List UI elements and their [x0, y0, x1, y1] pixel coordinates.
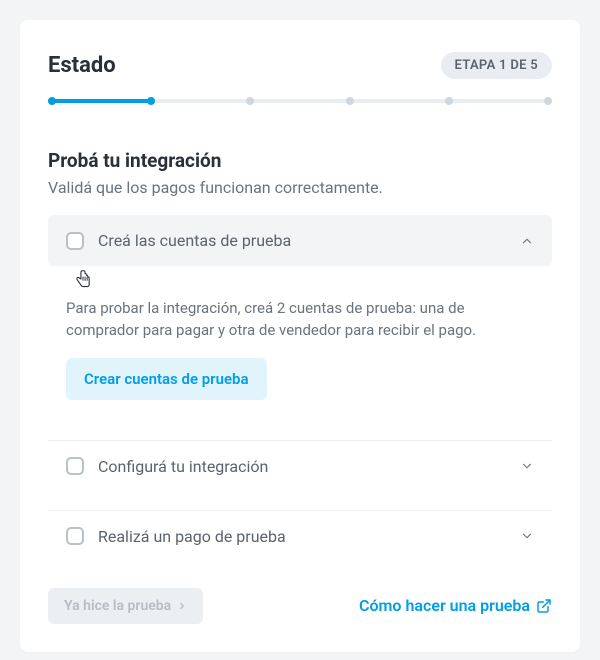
section-title: Probá tu integración [48, 149, 552, 172]
accordion-item-label: Realizá un pago de prueba [98, 527, 520, 546]
accordion: Creá las cuentas de prueba Para probar l… [48, 215, 552, 562]
card-header: Estado ETAPA 1 DE 5 [48, 52, 552, 79]
accordion-item-label: Creá las cuentas de prueba [98, 231, 520, 250]
step-badge: ETAPA 1 DE 5 [441, 52, 552, 79]
accordion-item-body: Para probar la integración, creá 2 cuent… [48, 266, 552, 422]
checkbox[interactable] [66, 232, 84, 250]
progress-bar [48, 97, 552, 105]
accordion-item-label: Configurá tu integración [98, 457, 520, 476]
button-label: Ya hice la prueba [64, 598, 171, 614]
chevron-down-icon [520, 459, 534, 473]
how-to-test-link[interactable]: Cómo hacer una prueba [359, 596, 552, 615]
accordion-item-create-accounts[interactable]: Creá las cuentas de prueba [48, 215, 552, 266]
accordion-item-description: Para probar la integración, creá 2 cuent… [66, 298, 534, 342]
chevron-up-icon [520, 234, 534, 248]
card-footer: Ya hice la prueba Cómo hacer una prueba [48, 588, 552, 624]
chevron-right-icon [177, 601, 187, 611]
create-test-accounts-button[interactable]: Crear cuentas de prueba [66, 358, 267, 400]
accordion-item-configure[interactable]: Configurá tu integración [48, 441, 552, 492]
already-tested-button[interactable]: Ya hice la prueba [48, 588, 203, 624]
status-card: Estado ETAPA 1 DE 5 Probá tu integración… [20, 20, 580, 652]
external-link-icon [536, 598, 552, 614]
accordion-item-test-payment[interactable]: Realizá un pago de prueba [48, 511, 552, 562]
checkbox[interactable] [66, 457, 84, 475]
page-title: Estado [48, 53, 116, 78]
section-subtitle: Validá que los pagos funcionan correctam… [48, 178, 552, 197]
link-label: Cómo hacer una prueba [359, 596, 530, 615]
checkbox[interactable] [66, 527, 84, 545]
progress-fill [48, 99, 149, 103]
chevron-down-icon [520, 529, 534, 543]
